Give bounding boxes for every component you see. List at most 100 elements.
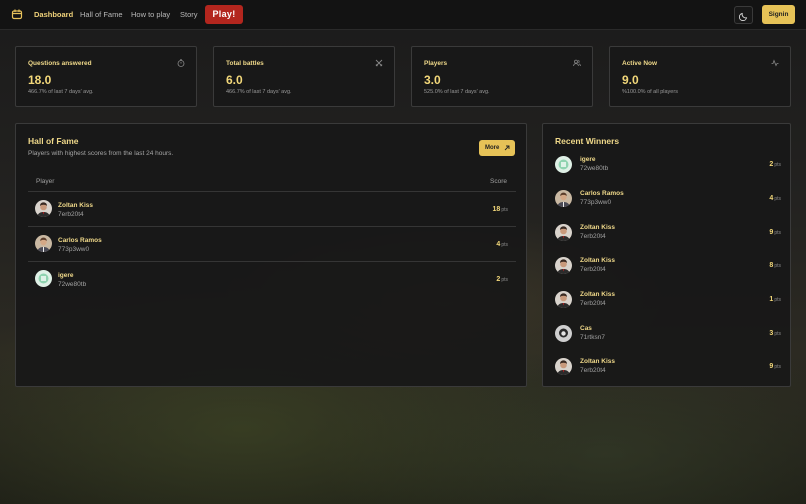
nav-how-to-play[interactable]: How to play (131, 10, 170, 19)
player-id: 7erb20t4 (580, 266, 606, 273)
avatar (35, 270, 52, 287)
column-header-player: Player (36, 178, 55, 185)
panel-subtitle: Players with highest scores from the las… (28, 150, 174, 157)
score-value: 18 (492, 206, 501, 213)
moon-icon (739, 12, 748, 21)
score: 8pts (769, 262, 781, 269)
stat-value: 6.0 (226, 73, 243, 87)
stat-value: 18.0 (28, 73, 52, 87)
stat-label: Active Now (622, 60, 658, 67)
theme-toggle-button[interactable] (734, 6, 753, 24)
stat-subtext: %100.0% of all players (622, 89, 678, 95)
player-name: igere (58, 272, 74, 279)
play-button[interactable]: Play! (205, 5, 243, 24)
player-name: Zoltan Kiss (580, 224, 616, 231)
score-value: 1 (769, 296, 774, 303)
player-name: Cas (580, 325, 592, 332)
stat-card-players: Players 3.0 525.0% of last 7 days' avg. (411, 46, 593, 107)
player-name: igere (580, 156, 596, 163)
list-item[interactable]: igere 72we80tb 2pts (555, 151, 781, 179)
player-id: 7erb20t4 (58, 211, 84, 218)
hall-of-fame-panel: Hall of Fame Players with highest scores… (15, 123, 527, 387)
player-id: 72we80tb (58, 281, 87, 288)
stat-card-questions: Questions answered 18.0 466.7% of last 7… (15, 46, 197, 107)
column-header-score: Score (490, 178, 507, 185)
stat-subtext: 466.7% of last 7 days' avg. (226, 89, 292, 95)
list-item[interactable]: Cas 71rtksn7 3pts (555, 320, 781, 348)
score: 2pts (769, 161, 781, 168)
score-value: 2 (769, 161, 774, 168)
player-name: Carlos Ramos (580, 190, 624, 197)
list-item[interactable]: Carlos Ramos 773p3ww0 4pts (555, 185, 781, 213)
score-unit: pts (774, 263, 781, 269)
panel-title: Hall of Fame (28, 136, 79, 146)
avatar (555, 224, 572, 241)
table-row[interactable]: igere 72we80tb 2pts (28, 262, 516, 296)
score-unit: pts (774, 196, 781, 202)
table-row[interactable]: Carlos Ramos 773p3ww0 4pts (28, 227, 516, 261)
player-id: 773p3ww0 (58, 246, 90, 253)
score-unit: pts (774, 331, 781, 337)
stat-subtext: 525.0% of last 7 days' avg. (424, 89, 490, 95)
score-unit: pts (774, 364, 781, 370)
score-unit: pts (774, 230, 781, 236)
stat-label: Total battles (226, 60, 264, 67)
signin-button[interactable]: Signin (762, 5, 795, 24)
activity-icon (771, 59, 779, 67)
player-id: 71rtksn7 (580, 334, 605, 341)
player-id: 7erb20t4 (580, 300, 606, 307)
player-id: 72we80tb (580, 165, 609, 172)
recent-winners-panel: Recent Winners igere 72we80tb 2pts Carlo… (542, 123, 791, 387)
nav-dashboard[interactable]: Dashboard (34, 10, 73, 19)
score: 4pts (496, 241, 508, 248)
logo-icon[interactable] (11, 8, 23, 20)
avatar (555, 257, 572, 274)
avatar (555, 190, 572, 207)
nav-hall-of-fame[interactable]: Hall of Fame (80, 10, 123, 19)
score: 18pts (493, 206, 508, 213)
stat-label: Players (424, 60, 448, 67)
player-id: 773p3ww0 (580, 199, 612, 206)
score: 9pts (769, 229, 781, 236)
score-value: 9 (769, 229, 774, 236)
stat-label: Questions answered (28, 60, 92, 67)
player-name: Zoltan Kiss (580, 257, 616, 264)
top-navbar: Dashboard Hall of Fame How to play Story… (0, 0, 806, 30)
list-item[interactable]: Zoltan Kiss 7erb20t4 1pts (555, 286, 781, 314)
stat-value: 9.0 (622, 73, 639, 87)
avatar (555, 358, 572, 375)
list-item[interactable]: Zoltan Kiss 7erb20t4 9pts (555, 219, 781, 247)
stat-card-active-now: Active Now 9.0 %100.0% of all players (609, 46, 791, 107)
score: 2pts (496, 276, 508, 283)
arrow-up-right-icon (504, 145, 510, 151)
score-value: 4 (496, 241, 501, 248)
player-name: Zoltan Kiss (580, 358, 616, 365)
player-id: 7erb20t4 (580, 233, 606, 240)
score-value: 9 (769, 363, 774, 370)
panel-title: Recent Winners (555, 136, 620, 146)
score-unit: pts (501, 277, 508, 283)
more-button[interactable]: More (479, 140, 515, 156)
stat-value: 3.0 (424, 73, 441, 87)
score-value: 2 (496, 276, 501, 283)
crossed-swords-icon (375, 59, 383, 67)
more-button-label: More (485, 145, 500, 151)
avatar (35, 235, 52, 252)
list-item[interactable]: Zoltan Kiss 7erb20t4 8pts (555, 252, 781, 280)
score-value: 4 (769, 195, 774, 202)
score-unit: pts (501, 242, 508, 248)
player-name: Zoltan Kiss (58, 202, 94, 209)
score-value: 8 (769, 262, 774, 269)
nav-story[interactable]: Story (180, 10, 198, 19)
score: 1pts (769, 296, 781, 303)
player-id: 7erb20t4 (580, 367, 606, 374)
avatar (35, 200, 52, 217)
player-name: Carlos Ramos (58, 237, 102, 244)
avatar (555, 156, 572, 173)
score: 9pts (769, 363, 781, 370)
list-item[interactable]: Zoltan Kiss 7erb20t4 9pts (555, 353, 781, 381)
table-row[interactable]: Zoltan Kiss 7erb20t4 18pts (28, 192, 516, 226)
score-value: 3 (769, 330, 774, 337)
score-unit: pts (774, 297, 781, 303)
timer-icon (177, 59, 185, 67)
